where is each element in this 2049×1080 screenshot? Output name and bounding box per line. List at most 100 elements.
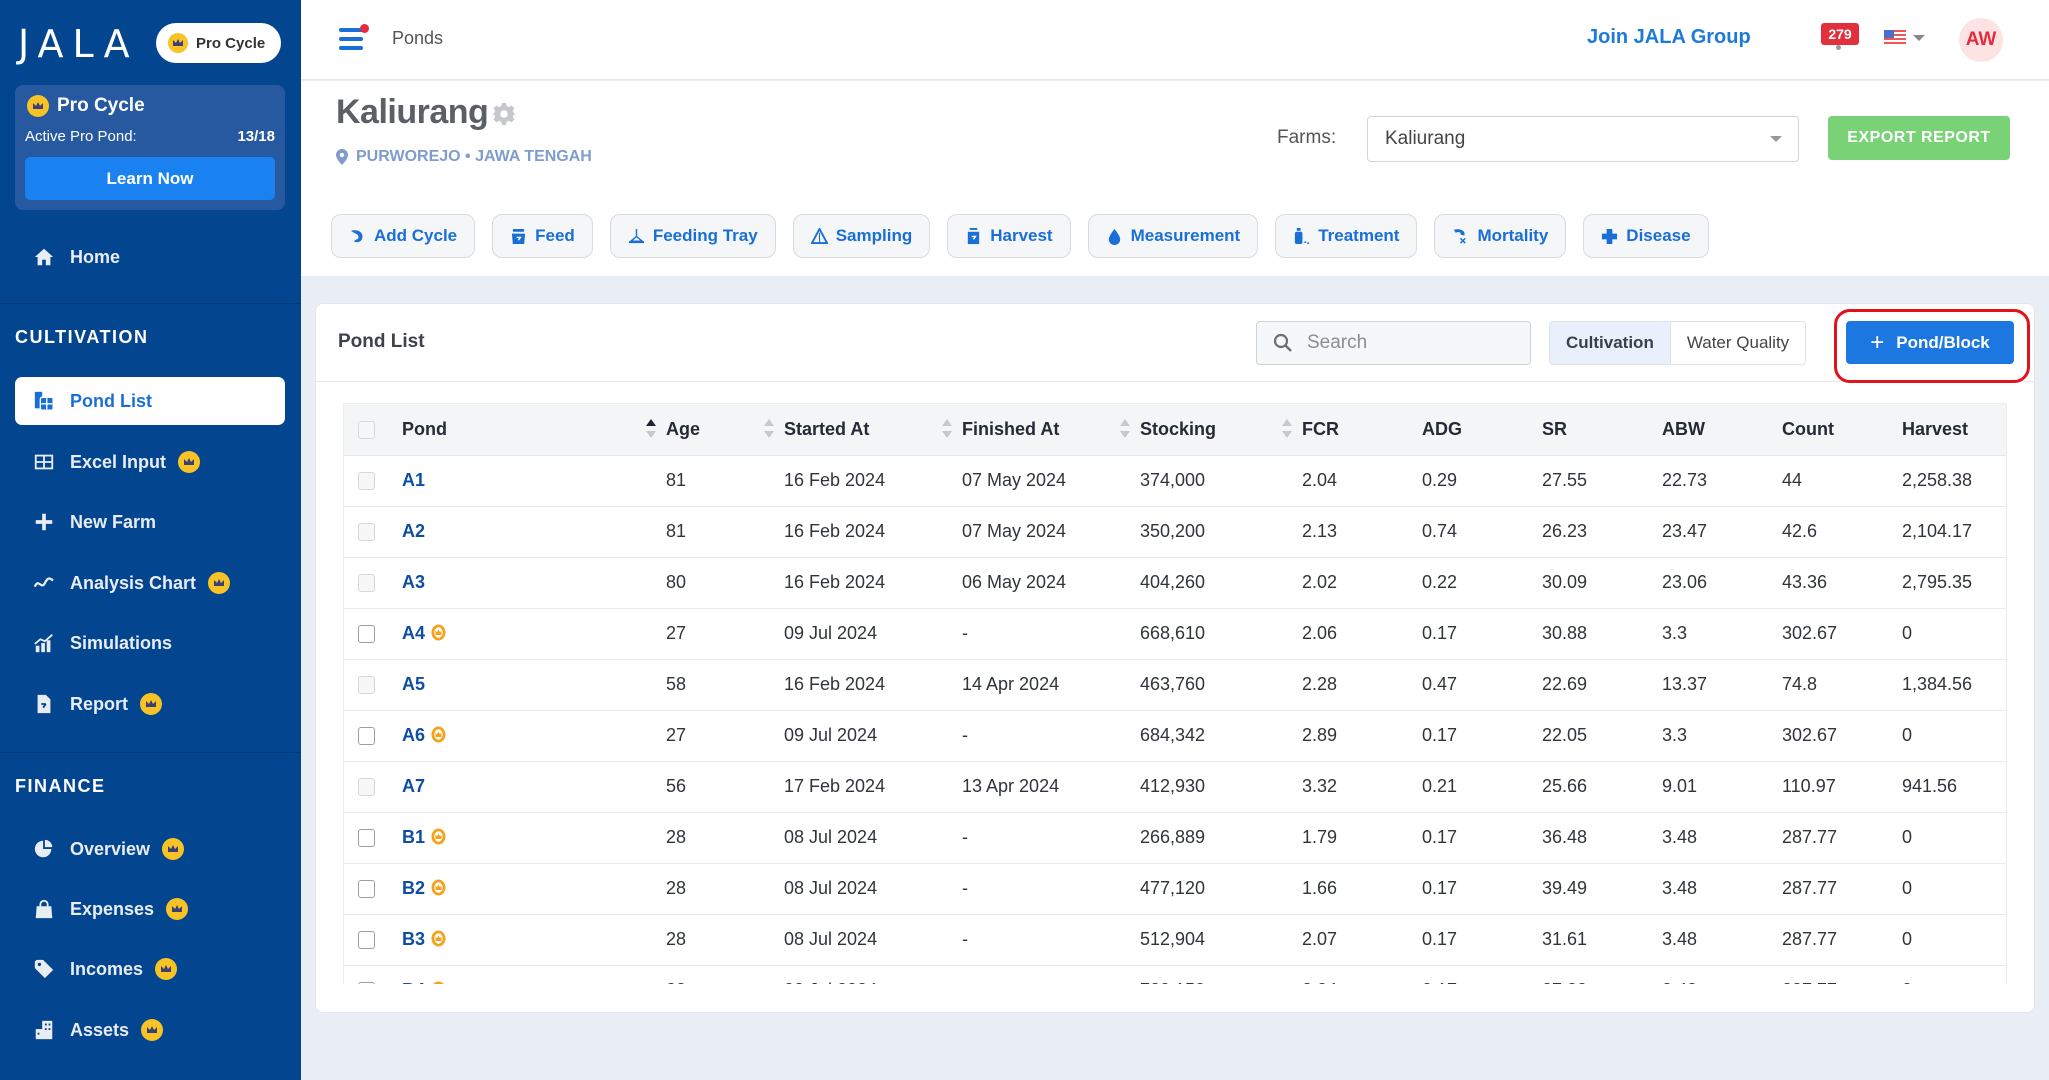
sidebar-item-incomes[interactable]: Incomes [15, 945, 285, 993]
add-cycle-button[interactable]: Add Cycle [331, 214, 476, 258]
notification-badge[interactable]: 279 [1821, 23, 1859, 45]
pond-link[interactable]: A4 [402, 623, 425, 643]
harvest-button[interactable]: Harvest [947, 214, 1071, 258]
sidebar-item-overview[interactable]: Overview [15, 825, 285, 873]
table-row[interactable]: A4 27 09 Jul 2024-668,610 2.06 0.17 30.88 3.3 3… [344, 608, 2006, 660]
bar-chart-trend-icon [32, 631, 56, 655]
column-header-finished-at[interactable]: Finished At [962, 404, 1140, 456]
table-row[interactable]: B4 2808 Jul 2024-720,1522.240.1727.883.48… [344, 965, 2006, 984]
pond-link[interactable]: B1 [402, 827, 425, 847]
pond-table-container[interactable]: Pond Age Started At Finished At Stocking… [343, 403, 2007, 984]
table-row[interactable]: A5 58 16 Feb 2024 14 Apr 2024 463,760 2.28 0.4… [344, 659, 2006, 711]
pond-link[interactable]: A5 [402, 674, 425, 694]
row-checkbox[interactable] [358, 778, 375, 797]
table-row[interactable]: A1 81 16 Feb 2024 07 May 2024 374,000 2.04 0.2… [344, 455, 2006, 507]
add-pond-block-button[interactable]: + Pond/Block [1846, 321, 2014, 364]
pond-link[interactable]: B4 [402, 980, 425, 984]
gear-icon[interactable] [491, 101, 517, 127]
table-row[interactable]: B3 28 08 Jul 2024-512,904 2.07 0.17 31.61 3.48… [344, 914, 2006, 966]
pond-link[interactable]: A6 [402, 725, 425, 745]
row-checkbox[interactable] [358, 523, 375, 542]
table-row[interactable]: A3 80 16 Feb 2024 06 May 2024 404,260 2.02 0.2… [344, 557, 2006, 609]
menu-toggle-icon[interactable] [339, 24, 369, 50]
sidebar-item-label: New Farm [70, 511, 157, 532]
row-checkbox[interactable] [358, 727, 375, 746]
sort-icon[interactable] [1120, 419, 1130, 441]
sidebar-item-home[interactable]: Home [15, 233, 285, 281]
sidebar-item-pond-list[interactable]: Pond List [15, 377, 285, 425]
sidebar-item-report[interactable]: Report [15, 680, 285, 728]
row-select-cell [344, 608, 402, 660]
tab-cultivation[interactable]: Cultivation [1550, 322, 1671, 364]
row-checkbox[interactable] [358, 574, 375, 593]
column-header-pond[interactable]: Pond [402, 404, 666, 456]
pond-table: Pond Age Started At Finished At Stocking… [344, 404, 2006, 984]
row-checkbox[interactable] [358, 982, 375, 984]
table-row[interactable]: A7 56 17 Feb 2024 13 Apr 2024 412,930 3.32 0.2… [344, 761, 2006, 813]
user-avatar[interactable]: AW [1959, 18, 2003, 62]
table-row[interactable]: B2 28 08 Jul 2024-477,120 1.66 0.17 39.49 3.48… [344, 863, 2006, 915]
pond-link[interactable]: A7 [402, 776, 425, 796]
row-checkbox[interactable] [358, 472, 375, 491]
us-flag-icon[interactable] [1884, 30, 1906, 45]
cell-stocking: 266,889 [1140, 812, 1302, 864]
notification-dot [360, 24, 369, 33]
sidebar-item-expenses[interactable]: Expenses [15, 885, 285, 933]
row-checkbox[interactable] [358, 880, 375, 899]
join-jala-group-link[interactable]: Join JALA Group [1587, 26, 1751, 49]
jala-logo[interactable]: JALA [18, 22, 139, 66]
learn-now-button[interactable]: Learn Now [25, 157, 275, 200]
pond-link[interactable]: B3 [402, 929, 425, 949]
table-row[interactable]: B1 28 08 Jul 2024-266,889 1.79 0.17 36.48 3.48… [344, 812, 2006, 864]
row-checkbox[interactable] [358, 829, 375, 848]
language-dropdown-caret-icon[interactable] [1913, 35, 1925, 41]
pond-link[interactable]: A2 [402, 521, 425, 541]
cell-stocking: 668,610 [1140, 608, 1302, 660]
section-cultivation: CULTIVATION [15, 327, 149, 347]
feeding-tray-button[interactable]: Feeding Tray [609, 214, 776, 258]
tab-water-quality[interactable]: Water Quality [1671, 322, 1805, 364]
table-row[interactable]: A6 27 09 Jul 2024-684,342 2.89 0.17 22.05 3.3 3… [344, 710, 2006, 762]
column-header-started-at[interactable]: Started At [784, 404, 962, 456]
column-header-age[interactable]: Age [666, 404, 784, 456]
sidebar-item-simulations[interactable]: Simulations [15, 619, 285, 667]
disease-button[interactable]: Disease [1583, 214, 1709, 258]
row-checkbox[interactable] [358, 931, 375, 950]
sort-icon[interactable] [942, 419, 952, 441]
pro-cycle-pill[interactable]: Pro Cycle [156, 23, 281, 63]
sampling-button[interactable]: Sampling [792, 214, 931, 258]
cell-abw: 13.37 [1662, 659, 1782, 711]
sidebar-item-new-farm[interactable]: New Farm [15, 498, 285, 546]
row-checkbox[interactable] [358, 676, 375, 695]
measurement-button[interactable]: Measurement [1087, 214, 1259, 258]
shopping-bag-icon [32, 897, 56, 921]
pond-link[interactable]: A3 [402, 572, 425, 592]
sidebar-item-excel-input[interactable]: Excel Input [15, 438, 285, 486]
sort-icon[interactable] [764, 419, 774, 441]
sort-icon[interactable] [1282, 419, 1292, 441]
search-input[interactable] [1307, 332, 1507, 354]
select-all-checkbox[interactable] [358, 421, 375, 439]
sort-icon[interactable] [646, 419, 656, 441]
farms-select[interactable]: Kaliurang [1367, 116, 1799, 162]
cell-pond: A3 [402, 557, 666, 609]
column-header-count: Count [1782, 404, 1902, 456]
row-select-cell [344, 761, 402, 813]
pond-link[interactable]: B2 [402, 878, 425, 898]
table-row[interactable]: A2 81 16 Feb 2024 07 May 2024 350,200 2.13 0.7… [344, 506, 2006, 558]
building-icon [32, 1018, 56, 1042]
sidebar-item-label: Simulations [70, 632, 173, 653]
column-header-stocking[interactable]: Stocking [1140, 404, 1302, 456]
sidebar-item-analysis-chart[interactable]: Analysis Chart [15, 559, 285, 607]
sidebar-item-assets[interactable]: Assets [15, 1006, 285, 1054]
pond-list-title: Pond List [338, 331, 425, 352]
pond-link[interactable]: A1 [402, 470, 425, 490]
export-report-button[interactable]: EXPORT REPORT [1828, 116, 2010, 160]
search-box[interactable] [1256, 321, 1531, 365]
feed-button[interactable]: Feed [492, 214, 593, 258]
pro-crown-icon [431, 930, 446, 947]
mortality-button[interactable]: Mortality [1434, 214, 1567, 258]
row-checkbox[interactable] [358, 625, 375, 644]
cell-adg: 0.17 [1422, 965, 1542, 984]
treatment-button[interactable]: Treatment [1275, 214, 1418, 258]
